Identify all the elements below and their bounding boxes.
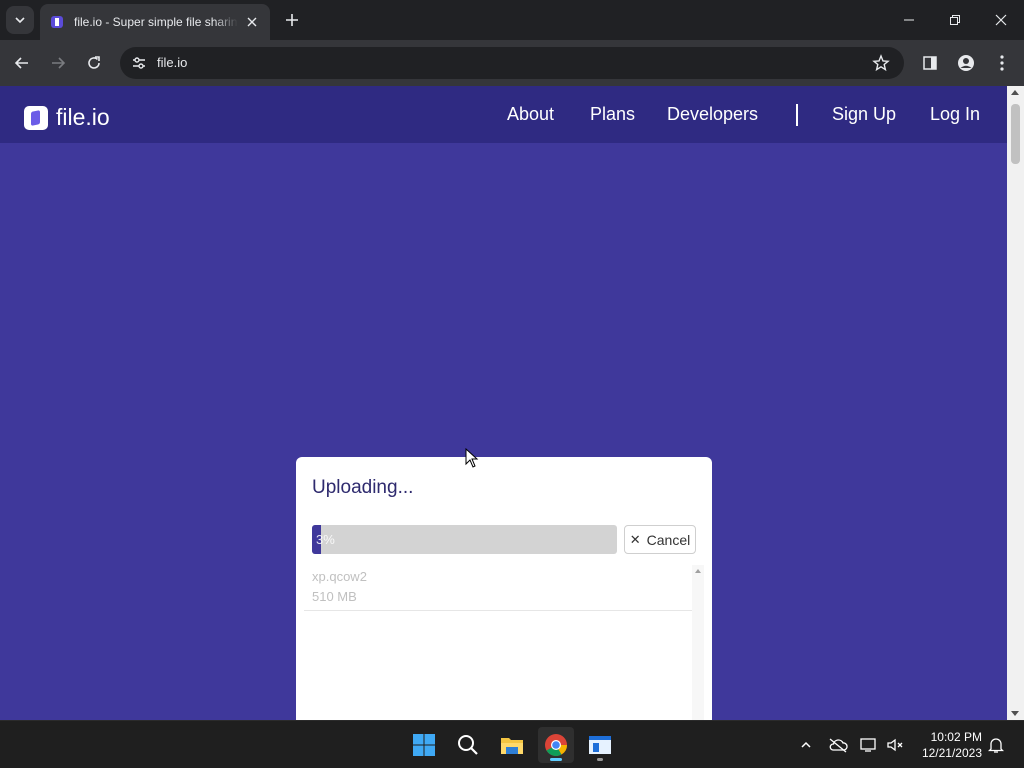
tab-close-icon[interactable] (244, 14, 260, 30)
nav-about-link[interactable]: About (507, 104, 554, 125)
windows-taskbar: 10:02 PM 12/21/2023 (0, 720, 1024, 768)
network-tray-button[interactable] (859, 735, 879, 755)
cancel-upload-button[interactable]: ✕ Cancel (624, 525, 696, 554)
side-panel-button[interactable] (916, 49, 944, 77)
network-icon (860, 738, 876, 752)
new-tab-button[interactable] (280, 8, 304, 32)
windows-logo-icon (413, 734, 435, 756)
arrow-right-icon (52, 57, 66, 69)
scrollbar-thumb[interactable] (1011, 104, 1020, 164)
notifications-button[interactable] (986, 735, 1006, 755)
scroll-down-icon[interactable] (1011, 711, 1019, 716)
plus-icon (286, 14, 298, 26)
nav-developers-link[interactable]: Developers (667, 104, 758, 125)
close-icon: ✕ (629, 531, 641, 547)
search-icon (458, 735, 478, 755)
fileio-logo-icon (24, 105, 48, 130)
nav-login-link[interactable]: Log In (930, 104, 980, 125)
upload-file-list[interactable]: xp.qcow2 510 MB (304, 565, 704, 720)
clock-date: 12/21/2023 (921, 746, 982, 760)
logo-text: file.io (56, 104, 110, 130)
site-logo[interactable]: file.io (24, 104, 110, 131)
forward-button[interactable] (44, 49, 72, 77)
tab-title: file.io - Super simple file sharing (74, 15, 238, 29)
arrow-left-icon (14, 57, 28, 69)
nav-divider (796, 104, 798, 126)
site-settings-icon[interactable] (130, 54, 148, 72)
volume-tray-button[interactable] (885, 735, 905, 755)
window-app-icon (589, 736, 611, 754)
minimize-button[interactable] (886, 0, 932, 40)
upload-card: Uploading... 3% ✕ Cancel xp.qcow2 510 MB (296, 457, 712, 720)
upload-progress-bar: 3% (312, 525, 617, 554)
minimize-icon (904, 19, 914, 21)
profile-button[interactable] (952, 49, 980, 77)
menu-button[interactable] (988, 49, 1016, 77)
scroll-up-icon[interactable] (695, 569, 701, 573)
side-panel-icon (923, 56, 937, 70)
nav-plans-link[interactable]: Plans (590, 104, 635, 125)
chevron-up-icon (801, 741, 811, 748)
file-size: 510 MB (312, 589, 357, 604)
browser-tabstrip: file.io - Super simple file sharing (0, 0, 1024, 40)
clock-time: 10:02 PM (930, 730, 982, 744)
bookmark-star-icon[interactable] (872, 54, 890, 72)
running-app-indicator (597, 758, 603, 761)
restore-icon (950, 15, 960, 25)
mouse-cursor-icon (465, 448, 479, 468)
fileio-favicon-icon (51, 16, 63, 28)
cloud-offline-icon (829, 738, 848, 753)
system-clock[interactable]: 10:02 PM 12/21/2023 (922, 729, 982, 761)
site-header: file.io About Plans Developers Sign Up L… (0, 86, 1007, 143)
restore-button[interactable] (932, 0, 978, 40)
reload-button[interactable] (80, 49, 108, 77)
file-name: xp.qcow2 (312, 569, 367, 584)
profile-icon (958, 55, 974, 71)
file-list-scrollbar[interactable] (692, 565, 704, 720)
chrome-taskbar-button[interactable] (538, 727, 574, 763)
upload-title: Uploading... (312, 477, 414, 498)
folder-icon (501, 738, 523, 754)
app-taskbar-button[interactable] (582, 727, 618, 763)
upload-progress-label: 3% (316, 532, 335, 547)
kebab-menu-icon (1000, 55, 1004, 71)
list-item: xp.qcow2 510 MB (304, 565, 694, 611)
cancel-label: Cancel (646, 531, 691, 548)
scroll-up-icon[interactable] (1011, 90, 1019, 95)
close-window-button[interactable] (978, 0, 1024, 40)
bell-icon (988, 738, 1004, 753)
search-button[interactable] (450, 727, 486, 763)
address-bar[interactable]: file.io (120, 47, 904, 79)
browser-tab[interactable]: file.io - Super simple file sharing (40, 4, 270, 40)
tab-search-button[interactable] (6, 6, 34, 34)
page-viewport: file.io About Plans Developers Sign Up L… (0, 86, 1024, 720)
speaker-muted-icon (887, 738, 903, 752)
start-button[interactable] (406, 727, 442, 763)
chevron-down-icon (15, 17, 25, 24)
active-app-indicator (550, 758, 562, 761)
reload-icon (88, 56, 100, 69)
nav-signup-link[interactable]: Sign Up (832, 104, 896, 125)
show-hidden-icons-button[interactable] (796, 735, 816, 755)
url-text: file.io (157, 55, 188, 70)
close-icon (995, 14, 1007, 26)
page-scrollbar[interactable] (1007, 86, 1024, 720)
file-explorer-button[interactable] (494, 727, 530, 763)
back-button[interactable] (8, 49, 36, 77)
onedrive-tray-button[interactable] (828, 735, 848, 755)
chrome-icon (545, 734, 567, 756)
